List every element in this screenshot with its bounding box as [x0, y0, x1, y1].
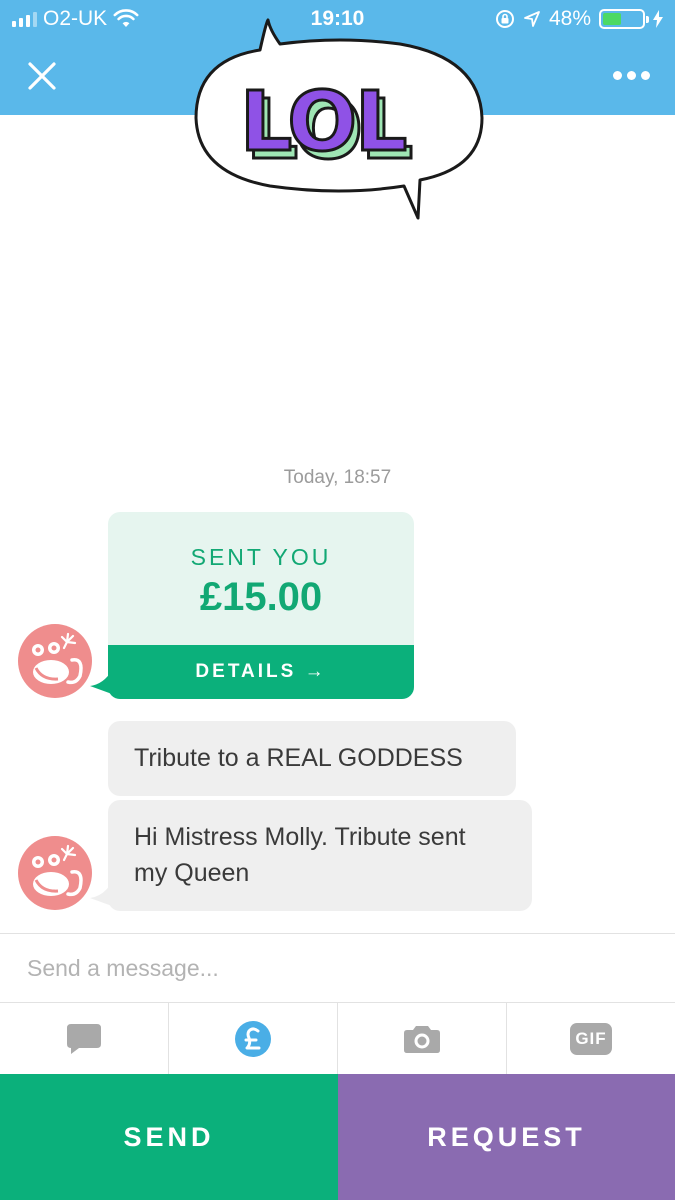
gif-icon: GIF — [570, 1022, 612, 1055]
battery-icon — [599, 9, 649, 29]
payment-details-button[interactable]: DETAILS → — [108, 645, 414, 699]
payment-tool-button[interactable] — [169, 1003, 338, 1074]
more-dot — [626, 70, 636, 80]
message-bubble-tail — [90, 882, 112, 906]
more-options-button[interactable] — [609, 60, 653, 90]
action-buttons: SEND REQUEST — [0, 1074, 675, 1200]
chat-tool-button[interactable] — [0, 1003, 169, 1074]
payment-sent-label: SENT YOU — [190, 544, 332, 570]
message-timestamp: Today, 18:57 — [283, 467, 392, 488]
battery-percent: 48% — [548, 7, 591, 30]
pound-currency-icon — [235, 1020, 271, 1057]
camera-icon — [404, 1025, 440, 1053]
message-text: Tribute to a REAL GODDESS — [134, 744, 463, 772]
message-bubble[interactable]: Tribute to a REAL GODDESS — [108, 721, 516, 796]
more-dot — [640, 70, 650, 80]
payment-bubble-tail — [90, 670, 112, 694]
message-input[interactable] — [0, 934, 675, 1002]
camera-tool-button[interactable] — [338, 1003, 507, 1074]
message-text-line: Hi Mistress Molly. Tribute sent — [134, 823, 466, 851]
status-right: 48% — [495, 7, 663, 31]
more-dot — [612, 70, 622, 80]
rotation-lock-icon — [495, 10, 514, 28]
battery-level-fill — [603, 13, 622, 25]
close-button[interactable] — [22, 56, 62, 96]
lol-sticker: LOL LOL — [194, 18, 484, 220]
message-bubble[interactable]: Hi Mistress Molly. Tribute sent my Queen — [108, 800, 532, 911]
request-button[interactable]: REQUEST — [338, 1074, 675, 1200]
message-text-line: my Queen — [134, 859, 250, 887]
send-button[interactable]: SEND — [0, 1074, 338, 1200]
payment-summary: SENT YOU £15.00 — [108, 512, 414, 645]
charging-bolt-icon — [653, 10, 663, 28]
sticker-text: LOL — [240, 75, 406, 170]
chat-bubble-icon — [67, 1023, 101, 1054]
close-icon — [28, 62, 56, 90]
composer-toolbar: GIF — [0, 1003, 675, 1074]
gif-tool-button[interactable]: GIF — [507, 1003, 675, 1074]
crab-avatar[interactable] — [18, 836, 92, 910]
location-arrow-icon — [524, 11, 540, 27]
payment-amount: £15.00 — [199, 575, 323, 619]
crab-avatar[interactable] — [18, 624, 92, 698]
message-composer — [0, 933, 675, 1003]
payment-card[interactable]: SENT YOU £15.00 DETAILS → — [108, 512, 414, 699]
